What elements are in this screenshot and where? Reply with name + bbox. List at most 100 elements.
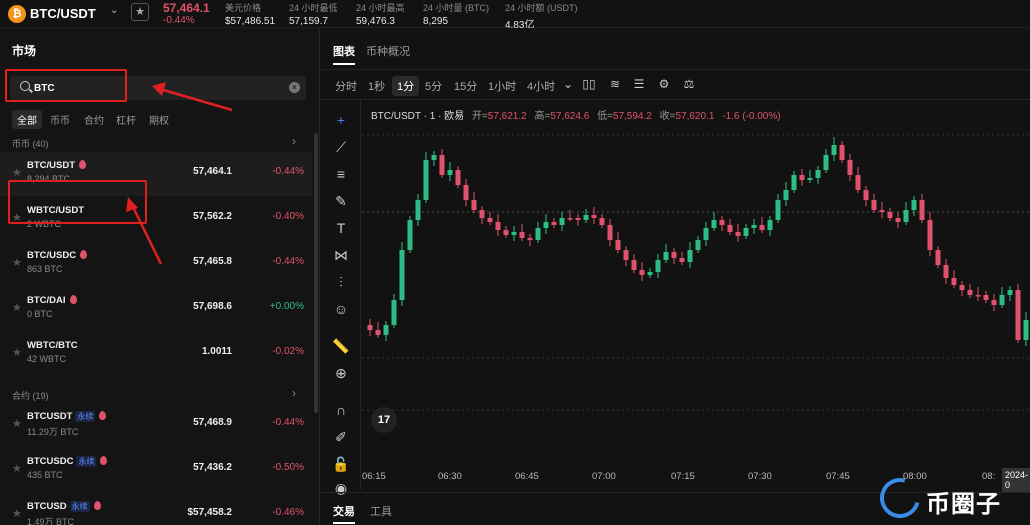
- candle-body: [967, 290, 973, 295]
- ruler-icon[interactable]: 📏: [331, 336, 351, 356]
- row-symbol: BTC/USDC: [27, 250, 88, 261]
- stat-24h-low: 24 小时最低 57,159.7: [289, 3, 338, 27]
- futures-section-header[interactable]: 合约 (19): [12, 389, 49, 402]
- candlestick-chart[interactable]: BTC/USDT · 1 · 欧易 开=57,621.2 高=57,624.6 …: [362, 100, 1030, 492]
- star-icon[interactable]: ★: [12, 166, 22, 179]
- candle-body: [679, 258, 685, 262]
- market-row[interactable]: ★ BTC/USDC 863 BTC 57,465.8 -0.44%: [0, 242, 312, 286]
- row-symbol: BTCUSDC 永续: [27, 456, 108, 467]
- tab-coin-overview[interactable]: 币种概况: [366, 43, 410, 59]
- candle-body: [727, 225, 733, 232]
- timeframe-4h[interactable]: 4小时: [527, 78, 555, 94]
- watermark-logo: 币圈子: [872, 470, 1030, 525]
- candle-body: [615, 240, 621, 250]
- timeframe-1s[interactable]: 1秒: [368, 78, 385, 94]
- stat-24h-volume: 24 小时量 (BTC) 8,295: [423, 3, 490, 27]
- star-icon[interactable]: ★: [12, 301, 22, 314]
- candle-body: [895, 218, 901, 222]
- chart-canvas[interactable]: [362, 100, 1030, 490]
- x-tick-label: 07:15: [671, 471, 695, 482]
- timeframe-1m[interactable]: 1分: [392, 76, 420, 96]
- tab-futures[interactable]: 合约: [84, 112, 104, 127]
- candle-body: [887, 212, 893, 218]
- emoji-icon[interactable]: ☺: [331, 299, 351, 319]
- star-icon[interactable]: ★: [12, 417, 22, 430]
- row-volume: 42 WBTC: [27, 354, 67, 364]
- brush-icon[interactable]: ✎: [331, 191, 351, 211]
- tab-chart[interactable]: 图表: [333, 43, 355, 65]
- timeframe-15m[interactable]: 15分: [454, 78, 477, 94]
- tab-tools[interactable]: 工具: [370, 503, 392, 519]
- tab-margin[interactable]: 杠杆: [116, 112, 136, 127]
- tab-spot[interactable]: 币币: [50, 112, 70, 127]
- lock-icon[interactable]: 🔓: [331, 454, 351, 474]
- candle-body: [1015, 290, 1021, 340]
- chevron-right-icon[interactable]: ›: [292, 134, 296, 148]
- star-icon[interactable]: ★: [12, 507, 22, 520]
- row-price: $57,458.2: [187, 507, 233, 518]
- candle-body: [719, 220, 725, 225]
- zoom-in-icon[interactable]: ⊕: [331, 363, 351, 383]
- candle-type-icon[interactable]: ▯▯: [582, 77, 596, 91]
- pair-selector[interactable]: BTC/USDT: [30, 6, 96, 21]
- tab-trade[interactable]: 交易: [333, 503, 355, 524]
- row-change: +0.00%: [269, 301, 304, 312]
- chevron-down-icon[interactable]: ⌄: [110, 5, 118, 16]
- row-change: -0.46%: [272, 507, 304, 518]
- tradingview-logo-icon[interactable]: 17: [371, 407, 397, 433]
- chevron-right-icon[interactable]: ›: [292, 386, 296, 400]
- measure-lines-icon[interactable]: ⫶: [331, 272, 351, 292]
- price-change: -0.44%: [163, 15, 195, 26]
- timeframe-5m[interactable]: 5分: [425, 78, 442, 94]
- market-row[interactable]: ★ BTCUSD 永续 1.49万 BTC $57,458.2 -0.46%: [0, 493, 312, 525]
- pattern-icon[interactable]: ⋈: [331, 245, 351, 265]
- timeframe-line[interactable]: 分时: [335, 78, 357, 94]
- lock-drawing-icon[interactable]: ✐: [331, 427, 351, 447]
- candle-body: [559, 218, 565, 225]
- favorite-star-button[interactable]: ★: [131, 3, 149, 21]
- hot-flame-icon: [79, 160, 87, 169]
- row-symbol: BTCUSD 永续: [27, 501, 101, 512]
- layout-icon[interactable]: ☰: [632, 77, 646, 91]
- row-volume: 11.29万 BTC: [27, 427, 79, 437]
- text-icon[interactable]: T: [331, 218, 351, 238]
- spot-section-header[interactable]: 币币 (40): [12, 137, 49, 150]
- candle-body: [647, 272, 653, 275]
- crosshair-icon[interactable]: +: [331, 110, 351, 130]
- row-symbol: BTC/USDT: [27, 160, 87, 171]
- magnet-icon[interactable]: ∩: [331, 400, 351, 420]
- chevron-down-icon[interactable]: ⌄: [561, 77, 575, 91]
- timeframe-1h[interactable]: 1小时: [488, 78, 516, 94]
- candle-body: [1023, 320, 1029, 340]
- market-row[interactable]: ★ BTCUSDT 永续 11.29万 BTC 57,468.9 -0.44%: [0, 403, 312, 447]
- market-title: 市场: [12, 44, 37, 58]
- scale-icon[interactable]: ⚖: [682, 77, 696, 91]
- trendline-icon[interactable]: ⟋: [331, 137, 351, 157]
- tab-options[interactable]: 期权: [149, 112, 169, 127]
- candle-body: [775, 200, 781, 220]
- candle-body: [567, 218, 573, 220]
- gear-icon[interactable]: ⚙: [657, 77, 671, 91]
- market-row[interactable]: ★ WBTC/BTC 42 WBTC 1.0011 -0.02%: [0, 332, 312, 376]
- candle-body: [479, 210, 485, 218]
- legend-change: -1.6 (-0.00%): [722, 111, 781, 122]
- candle-body: [471, 200, 477, 210]
- tab-all[interactable]: 全部: [12, 110, 42, 129]
- candle-body: [847, 160, 853, 175]
- scrollbar[interactable]: [314, 133, 318, 413]
- market-row[interactable]: ★ BTCUSDC 永续 435 BTC 57,436.2 -0.50%: [0, 448, 312, 492]
- horizontal-lines-icon[interactable]: ≡: [331, 164, 351, 184]
- market-row[interactable]: ★ BTC/DAI 0 BTC 57,698.6 +0.00%: [0, 287, 312, 331]
- candle-body: [583, 215, 589, 220]
- candle-body: [999, 295, 1005, 305]
- row-price: 57,464.1: [193, 166, 232, 177]
- star-icon[interactable]: ★: [12, 346, 22, 359]
- indicator-icon[interactable]: ≋: [608, 77, 622, 91]
- candle-body: [639, 270, 645, 275]
- star-icon[interactable]: ★: [12, 256, 22, 269]
- chart-toolbar: 分时 1秒 1分 5分 15分 1小时 4小时 ⌄ ▯▯ ≋ ☰ ⚙ ⚖: [321, 70, 1030, 100]
- clear-icon[interactable]: ×: [289, 82, 300, 93]
- star-icon[interactable]: ★: [12, 462, 22, 475]
- stat-24h-high: 24 小时最高 59,476.3: [356, 3, 405, 27]
- row-change: -0.02%: [272, 346, 304, 357]
